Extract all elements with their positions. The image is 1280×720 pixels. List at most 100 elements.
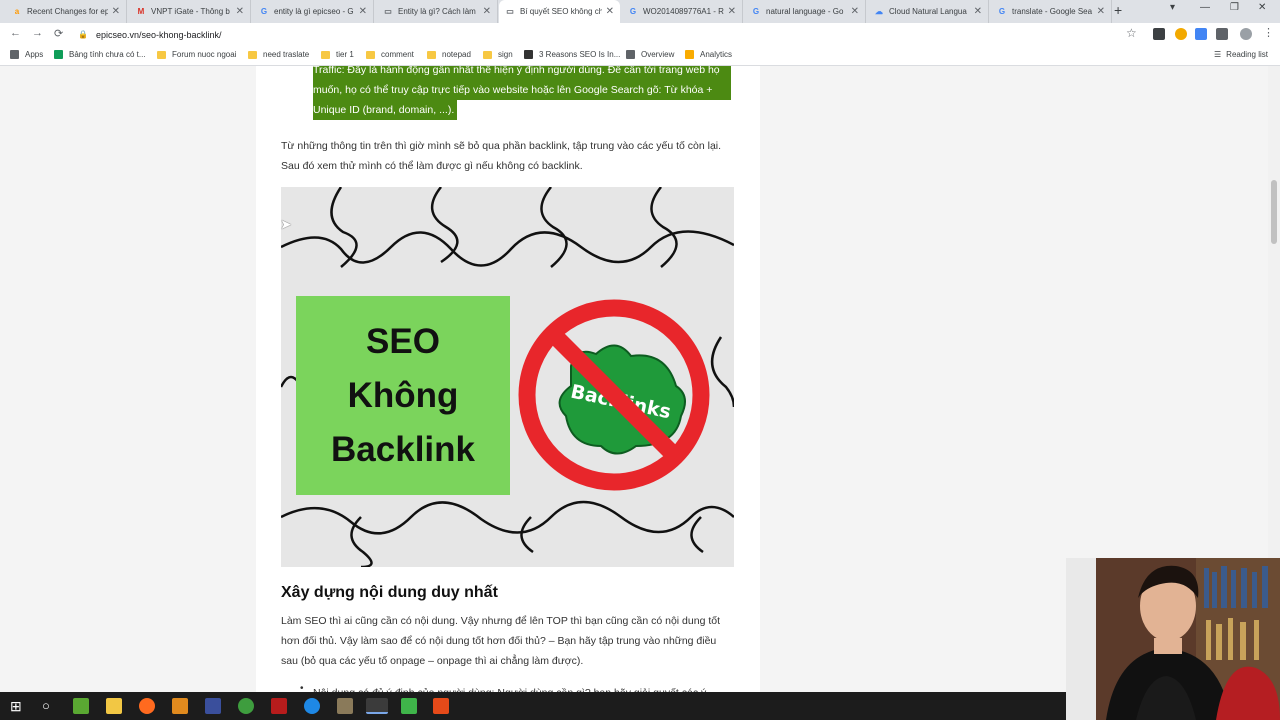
close-tab-icon[interactable]: ✕ xyxy=(483,6,491,17)
tab-0[interactable]: a Recent Changes for ep ✕ xyxy=(6,0,127,23)
close-tab-icon[interactable]: ✕ xyxy=(1097,6,1105,17)
tab-1[interactable]: M VNPT iGate - Thông b ✕ xyxy=(130,0,251,23)
reading-list-button[interactable]: ☰ Reading list xyxy=(1214,50,1268,59)
folder-icon xyxy=(366,50,375,59)
new-tab-button[interactable]: + xyxy=(1114,2,1122,18)
forward-button[interactable]: → xyxy=(32,27,43,39)
bookmarks-bar: ☰ Reading list Apps Bảng tính chưa có t..… xyxy=(0,46,1280,66)
close-tab-icon[interactable]: ✕ xyxy=(974,6,982,17)
app-icon[interactable] xyxy=(205,698,221,714)
gmail-icon: M xyxy=(137,7,145,16)
bookmark-label: comment xyxy=(381,50,414,59)
scrollbar-thumb[interactable] xyxy=(1271,180,1277,244)
bullet-dot: • xyxy=(300,683,304,692)
folder-icon xyxy=(248,50,257,59)
bookmark-item[interactable]: Apps xyxy=(10,50,43,59)
article: Traffic: Đây là hành động gần nhất thể h… xyxy=(256,66,760,692)
close-tab-icon[interactable]: ✕ xyxy=(606,6,614,17)
hero-line-khong: Không xyxy=(347,375,459,415)
sheets-icon xyxy=(54,50,63,59)
bookmark-label: Analytics xyxy=(700,50,733,59)
section-heading: Xây dựng nội dung duy nhất xyxy=(281,584,498,601)
camtasia-icon[interactable] xyxy=(401,698,417,714)
hero-image: SEO Không Backlink Backlinks xyxy=(281,187,734,567)
page-icon: ▭ xyxy=(506,7,514,16)
bookmark-item[interactable]: 3 Reasons SEO Is In... xyxy=(524,50,620,59)
app-icon[interactable] xyxy=(271,698,287,714)
tab-7[interactable]: ☁ Cloud Natural Langua ✕ xyxy=(868,0,989,23)
tab-title: Entity là gì? Cách làm xyxy=(398,7,476,16)
tab-2[interactable]: Gentity là gì epicseo - G ✕ xyxy=(253,0,374,23)
bookmark-item[interactable]: Bảng tính chưa có t... xyxy=(54,50,146,59)
tab-3[interactable]: ▭ Entity là gì? Cách làm ✕ xyxy=(377,0,498,23)
folder-icon xyxy=(321,50,330,59)
reload-button[interactable]: ⟳ xyxy=(54,27,63,40)
bookmark-item[interactable]: comment xyxy=(366,50,414,59)
tab-title: translate - Google Sea xyxy=(1012,7,1093,16)
close-tab-icon[interactable]: ✕ xyxy=(359,6,367,17)
teamviewer-icon[interactable] xyxy=(304,698,320,714)
minimize-button[interactable]: — xyxy=(1200,2,1210,13)
windows-start-icon[interactable]: ⊞ xyxy=(10,698,22,715)
google-icon: G xyxy=(629,7,637,16)
tab-search-icon[interactable]: ▾ xyxy=(1170,2,1175,13)
close-tab-icon[interactable]: ✕ xyxy=(851,6,859,17)
puzzle-icon[interactable] xyxy=(1216,28,1228,40)
extension-icon[interactable] xyxy=(1175,28,1187,40)
firefox-icon[interactable] xyxy=(139,698,155,714)
folder-icon xyxy=(157,50,166,59)
tab-title: Bí quyết SEO không ch xyxy=(520,7,602,16)
app-icon[interactable] xyxy=(172,698,188,714)
bookmark-item[interactable]: Overview xyxy=(626,50,674,59)
gear-icon xyxy=(626,50,635,59)
address-bar[interactable]: 🔒 epicseo.vn/seo-khong-backlink/ xyxy=(78,26,1148,43)
highlight-line: Unique ID (brand, domain, ...). xyxy=(313,100,457,120)
search-icon[interactable]: ○ xyxy=(42,698,50,713)
tab-8[interactable]: Gtranslate - Google Sea ✕ xyxy=(991,0,1112,23)
bookmark-item[interactable]: Forum nuoc ngoai xyxy=(157,50,236,59)
bookmark-label: notepad xyxy=(442,50,471,59)
chrome-active-icon[interactable] xyxy=(366,698,388,714)
extension-icon[interactable] xyxy=(1153,28,1165,40)
hero-line-seo: SEO xyxy=(366,321,440,361)
tab-5[interactable]: G WO2014089776A1 - R ✕ xyxy=(622,0,743,23)
back-button[interactable]: ← xyxy=(10,27,21,39)
seo-title-box: SEO Không Backlink xyxy=(296,296,510,495)
avatar[interactable] xyxy=(1240,28,1252,40)
bookmark-label: sign xyxy=(498,50,513,59)
hero-line-backlink: Backlink xyxy=(331,429,475,469)
google-icon: G xyxy=(752,7,760,16)
app-icon[interactable] xyxy=(73,698,89,714)
bookmark-star-icon[interactable]: ☆ xyxy=(1126,26,1137,40)
bookmark-item[interactable]: tier 1 xyxy=(321,50,354,59)
tab-4[interactable]: ▭ Bí quyết SEO không ch ✕ xyxy=(499,0,620,23)
bookmark-label: Overview xyxy=(641,50,675,59)
translate-icon[interactable] xyxy=(1195,28,1207,40)
bookmark-item[interactable]: sign xyxy=(483,50,513,59)
tab-6[interactable]: Gnatural language - Go ✕ xyxy=(745,0,866,23)
tab-title: entity là gì epicseo - G xyxy=(274,7,354,16)
restore-button[interactable]: ❐ xyxy=(1230,2,1239,13)
reading-list-icon: ☰ xyxy=(1214,50,1222,59)
analytics-icon xyxy=(685,50,694,59)
bookmark-item[interactable]: need traslate xyxy=(248,50,309,59)
bookmark-item[interactable]: Analytics xyxy=(685,50,732,59)
close-tab-icon[interactable]: ✕ xyxy=(112,6,120,17)
windows-taskbar: ⊞ ○ xyxy=(0,692,1066,720)
close-window-button[interactable]: ✕ xyxy=(1258,2,1266,13)
intro-paragraph: Từ những thông tin trên thì giờ mình sẽ … xyxy=(281,140,722,172)
google-icon: G xyxy=(260,7,268,16)
chrome-icon[interactable] xyxy=(238,698,254,714)
bookmark-item[interactable]: notepad xyxy=(427,50,471,59)
cloud-icon: ☁ xyxy=(875,7,883,16)
file-explorer-icon[interactable] xyxy=(106,698,122,714)
close-tab-icon[interactable]: ✕ xyxy=(728,6,736,17)
app-icon[interactable] xyxy=(433,698,449,714)
app-icon[interactable] xyxy=(337,698,353,714)
webcam-overlay xyxy=(1066,558,1280,720)
menu-icon[interactable]: ⋮ xyxy=(1263,26,1274,39)
close-tab-icon[interactable]: ✕ xyxy=(236,6,244,17)
no-backlinks-icon: Backlinks xyxy=(518,299,710,491)
webcam-presenter-image xyxy=(1066,558,1280,720)
highlight-line: Traffic: Đây là hành động gần nhất thể h… xyxy=(313,66,731,80)
